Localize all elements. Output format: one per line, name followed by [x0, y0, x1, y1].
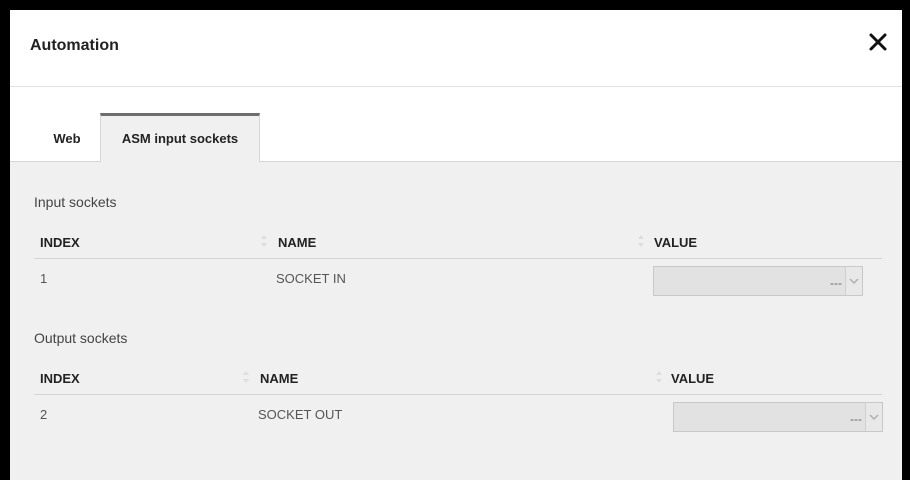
output-index-header[interactable]: INDEX	[40, 371, 80, 386]
input-row-name: SOCKET IN	[276, 271, 346, 286]
table-divider	[34, 258, 882, 259]
output-name-header[interactable]: NAME	[260, 371, 298, 386]
chevron-down-icon	[849, 278, 859, 284]
input-name-header[interactable]: NAME	[278, 235, 316, 250]
close-icon	[869, 33, 887, 51]
dialog-title: Automation	[30, 37, 119, 54]
dropdown-toggle[interactable]	[865, 403, 882, 431]
sort-icon[interactable]	[655, 370, 663, 384]
table-divider	[34, 394, 882, 395]
tab-web-label: Web	[53, 131, 81, 146]
output-row-name: SOCKET OUT	[258, 407, 343, 422]
output-sockets-title: Output sockets	[34, 330, 128, 346]
input-value-header[interactable]: VALUE	[654, 235, 697, 250]
output-value-select[interactable]: ---	[673, 402, 883, 432]
sort-icon[interactable]	[637, 234, 645, 248]
dropdown-toggle[interactable]	[845, 267, 862, 295]
output-row-index: 2	[40, 407, 48, 422]
dialog-header: Automation	[10, 10, 902, 87]
tab-asm-input-sockets[interactable]: ASM input sockets	[100, 113, 260, 162]
input-index-header[interactable]: INDEX	[40, 235, 80, 250]
sort-icon[interactable]	[242, 370, 250, 384]
tab-asm-input-sockets-label: ASM input sockets	[121, 131, 239, 146]
chevron-down-icon	[869, 414, 879, 420]
input-sockets-title: Input sockets	[34, 194, 117, 210]
close-button[interactable]	[866, 30, 890, 54]
output-value-header[interactable]: VALUE	[671, 371, 714, 386]
tab-web[interactable]: Web	[34, 113, 100, 161]
input-row-index: 1	[40, 271, 48, 286]
tab-bar: Web ASM input sockets	[10, 87, 902, 162]
input-value-select[interactable]: ---	[653, 266, 863, 296]
input-value-select-value: ---	[830, 276, 842, 290]
automation-dialog: Automation Web ASM input sockets Input s…	[10, 10, 902, 480]
output-value-select-value: ---	[850, 412, 862, 426]
sort-icon[interactable]	[260, 234, 268, 248]
